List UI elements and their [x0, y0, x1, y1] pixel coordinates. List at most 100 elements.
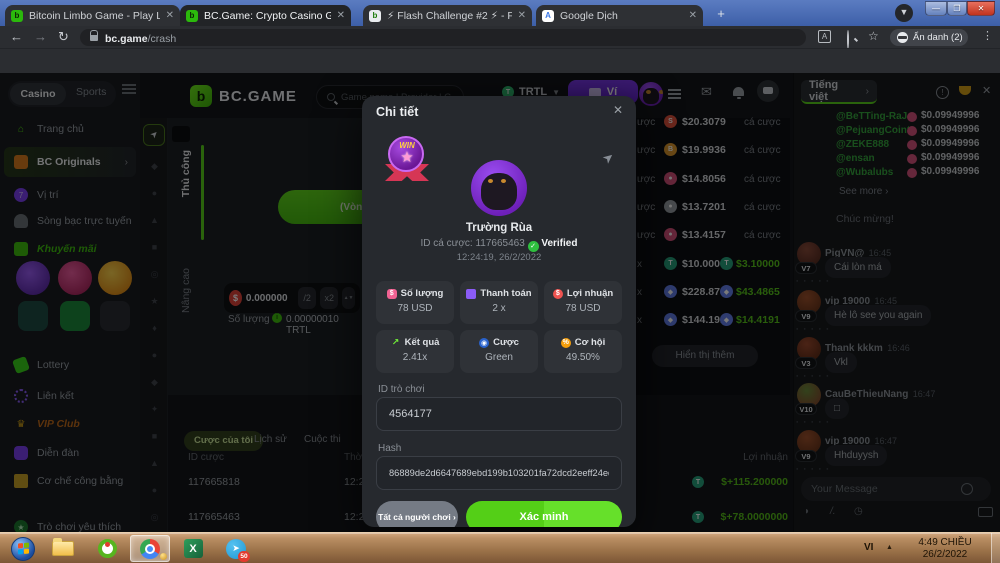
- tab-google-translate[interactable]: A Google Dịch ✕: [536, 5, 703, 26]
- window-close-button[interactable]: ✕: [967, 1, 995, 16]
- clock-time: 4:49 CHIỀU: [905, 537, 985, 549]
- bookmarks-bar: b ▶ ◎ E f M ↗ K ◆ A Z Zalo Web ⚙ Cài đặt…: [0, 48, 1000, 73]
- player-name: Trường Rùa: [362, 222, 636, 234]
- translate-favicon: A: [542, 10, 554, 22]
- flash-favicon: b: [369, 10, 381, 22]
- tab-title: BC.Game: Crypto Casino Games: [204, 10, 331, 22]
- url-path: /crash: [148, 33, 177, 45]
- profile-label: Ẩn danh (2): [913, 32, 963, 43]
- reload-icon[interactable]: ↻: [58, 29, 69, 45]
- show-desktop-button[interactable]: [991, 533, 1000, 563]
- bcgame-favicon: b: [186, 10, 198, 22]
- stat-bet: ◉Cược Green: [460, 330, 538, 373]
- taskbar-telegram[interactable]: ➤50: [218, 535, 254, 562]
- stat-value: 78 USD: [376, 303, 454, 314]
- tab-close-icon[interactable]: ✕: [166, 10, 174, 21]
- stat-label: Số lượng: [401, 288, 444, 299]
- amount-icon: $: [387, 289, 397, 299]
- verified-check-icon: ✓: [528, 241, 539, 252]
- tab-close-icon[interactable]: ✕: [518, 10, 526, 21]
- profit-icon: $: [553, 289, 563, 299]
- stat-value: 49.50%: [544, 352, 622, 363]
- payout-card-icon: [466, 289, 476, 299]
- stat-amount: $ Số lượng 78 USD: [376, 281, 454, 324]
- stat-value: 78 USD: [544, 303, 622, 314]
- translate-page-icon[interactable]: A: [818, 30, 831, 43]
- coccoc-icon: [98, 539, 117, 558]
- telegram-icon: ➤50: [226, 539, 246, 559]
- verify-button[interactable]: Xác minh: [466, 501, 622, 527]
- language-indicator[interactable]: VI: [864, 542, 873, 553]
- url-host: bc.game: [105, 33, 148, 45]
- tab-bcgame-active[interactable]: b BC.Game: Crypto Casino Games ✕: [180, 5, 351, 26]
- clock-date: 26/2/2022: [905, 549, 985, 561]
- tab-title: ⚡ Flash Challenge #2 ⚡ - Flash Ch: [387, 10, 512, 22]
- windows-taskbar: X ➤50 VI ▲ 4:49 CHIỀU 26/2/2022: [0, 532, 1000, 563]
- browser-menu-icon[interactable]: ⋮: [982, 29, 993, 42]
- game-id-field[interactable]: [376, 397, 622, 431]
- bet-id-row: ID cá cược: 117665463 ✓ Verified: [362, 238, 636, 252]
- bookmark-star-icon[interactable]: ☆: [868, 29, 879, 43]
- tab-close-icon[interactable]: ✕: [689, 10, 697, 21]
- notification-badge: 50: [238, 551, 250, 562]
- hash-label: Hash: [378, 443, 401, 454]
- hash-field[interactable]: [376, 456, 622, 490]
- window-maximize-button[interactable]: ❐: [947, 1, 967, 16]
- modal-close-icon[interactable]: ✕: [613, 103, 623, 117]
- tray-expand-icon[interactable]: ▲: [886, 544, 893, 551]
- profile-badge-icon: [160, 553, 167, 560]
- trend-icon: ↗: [391, 338, 401, 348]
- tab-search-chevron-icon[interactable]: ▼: [895, 4, 913, 22]
- forward-icon[interactable]: →: [34, 29, 47, 45]
- screen: b Bitcoin Limbo Game - Play Limbo ✕ b BC…: [0, 0, 1000, 563]
- star-icon: ★: [384, 148, 430, 166]
- stat-label: Lợi nhuận: [567, 288, 613, 299]
- win-badge: WIN ★: [384, 134, 430, 184]
- tab-title: Google Dịch: [560, 10, 683, 22]
- stat-value: Green: [460, 352, 538, 363]
- back-icon[interactable]: ←: [10, 29, 23, 45]
- stat-chance: % Cơ hội 49.50%: [544, 330, 622, 373]
- zoom-icon[interactable]: [847, 30, 849, 49]
- tab-limbo[interactable]: b Bitcoin Limbo Game - Play Limbo ✕: [5, 5, 180, 26]
- taskbar-chrome-active[interactable]: [130, 535, 170, 562]
- excel-icon: X: [184, 539, 203, 558]
- player-avatar[interactable]: [471, 160, 527, 216]
- bet-eye-icon: ◉: [479, 338, 489, 348]
- share-icon[interactable]: ➤: [599, 148, 618, 167]
- folder-icon: [52, 541, 74, 556]
- browser-titlebar: b Bitcoin Limbo Game - Play Limbo ✕ b BC…: [0, 0, 1000, 26]
- lock-icon[interactable]: [90, 35, 98, 41]
- game-id-label: ID trò chơi: [378, 384, 425, 395]
- tab-flash-challenge[interactable]: b ⚡ Flash Challenge #2 ⚡ - Flash Ch ✕: [363, 5, 532, 26]
- taskbar-clock[interactable]: 4:49 CHIỀU 26/2/2022: [905, 537, 985, 561]
- bet-id-value: 117665463: [475, 238, 524, 249]
- stat-value: 2 x: [460, 303, 538, 314]
- tab-close-icon[interactable]: ✕: [337, 10, 345, 21]
- stat-label: Thanh toán: [480, 288, 531, 299]
- bet-timestamp: 12:24:19, 26/2/2022: [362, 252, 636, 263]
- bcgame-page: Casino Sports ⌂ Trang chủ BC Originals ›…: [0, 73, 1000, 532]
- stat-value: 2.41x: [376, 352, 454, 363]
- bcgame-favicon: b: [11, 10, 23, 22]
- start-button[interactable]: [8, 535, 38, 562]
- incognito-icon: [897, 32, 908, 43]
- stat-label: Cơ hội: [575, 337, 606, 348]
- stat-payout: Thanh toán 2 x: [460, 281, 538, 324]
- window-minimize-button[interactable]: —: [925, 1, 947, 16]
- chance-icon: %: [561, 338, 571, 348]
- windows-start-icon: [11, 537, 35, 561]
- new-tab-button[interactable]: +: [712, 5, 730, 23]
- stat-profit: $ Lợi nhuận 78 USD: [544, 281, 622, 324]
- modal-title: Chi tiết: [376, 105, 418, 119]
- taskbar-explorer[interactable]: [46, 535, 80, 562]
- stat-result: ↗Kết quả 2.41x: [376, 330, 454, 373]
- tab-title: Bitcoin Limbo Game - Play Limbo: [29, 10, 160, 22]
- address-bar[interactable]: bc.game/crash: [80, 29, 806, 46]
- incognito-profile-button[interactable]: Ẩn danh (2): [890, 29, 968, 46]
- taskbar-coccoc[interactable]: [90, 535, 124, 562]
- verified-label: Verified: [541, 238, 577, 249]
- taskbar-excel[interactable]: X: [175, 535, 211, 562]
- chrome-icon: [140, 539, 160, 559]
- all-players-button[interactable]: Tất cả người chơi ›: [376, 501, 458, 527]
